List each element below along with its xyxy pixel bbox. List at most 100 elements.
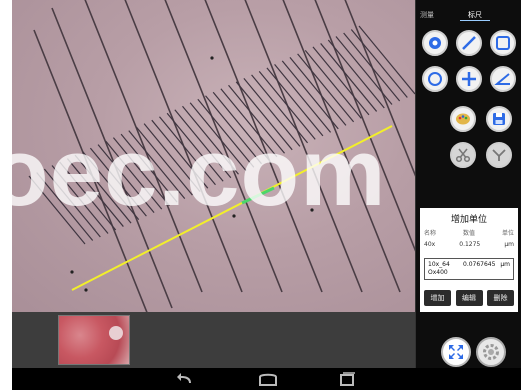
scale-minor-tick	[243, 77, 301, 147]
rect-tool-icon	[496, 36, 510, 50]
scale-minor-tick	[312, 46, 370, 116]
scale-minor-tick	[220, 88, 278, 158]
thumbnail-strip	[12, 312, 415, 368]
dust-speck	[84, 288, 88, 292]
palette-button[interactable]	[450, 106, 476, 132]
dot-tool-icon	[429, 37, 441, 49]
scale-minor-tick	[143, 123, 201, 193]
delete-button[interactable]: 删除	[487, 290, 514, 306]
home-button[interactable]	[256, 371, 280, 387]
thumbnail-image[interactable]	[58, 315, 130, 365]
scissors-button[interactable]	[450, 142, 476, 168]
scale-minor-tick	[105, 140, 163, 210]
scale-major-tick	[244, 0, 363, 293]
scale-minor-tick	[320, 43, 378, 112]
unit-table-header: 名称 数值 单位	[424, 228, 514, 237]
scale-minor-tick	[159, 116, 216, 186]
header-value: 数值	[462, 230, 475, 237]
scale-minor-tick	[258, 70, 316, 140]
scale-minor-tick	[212, 91, 270, 161]
panel-tabs: 测量 标尺	[416, 8, 521, 22]
system-nav-bar	[12, 368, 521, 390]
scale-minor-tick	[304, 50, 362, 119]
scale-minor-tick	[59, 161, 117, 231]
header-name: 名称	[424, 230, 437, 237]
scale-minor-tick	[89, 147, 147, 217]
scale-minor-tick	[74, 154, 132, 224]
recent-apps-icon	[340, 372, 355, 386]
tab-measure[interactable]: 测量	[420, 10, 434, 20]
scale-minor-tick	[297, 53, 355, 123]
scale-minor-tick	[97, 144, 155, 213]
scale-minor-tick	[112, 137, 170, 207]
unit-calibration-panel: 增加单位 名称 数值 单位 40x 0.1275 μm 10x_64 Ox400…	[420, 208, 518, 312]
scale-minor-tick	[128, 130, 186, 200]
measurement-highlight	[241, 186, 275, 205]
scissors-icon	[455, 148, 471, 163]
row-name: 40x	[424, 241, 436, 248]
dust-speck	[310, 208, 314, 212]
line-tool-button[interactable]	[456, 30, 482, 56]
scale-minor-tick	[135, 126, 193, 196]
scale-minor-tick	[327, 39, 385, 109]
scale-minor-tick	[205, 95, 262, 165]
back-button[interactable]	[174, 371, 198, 387]
angle-tool-icon	[494, 73, 510, 85]
row-value: 0.1275	[459, 241, 481, 248]
table-row[interactable]: 40x 0.1275 μm	[424, 241, 514, 248]
line-tool-icon	[462, 36, 476, 50]
scale-minor-tick	[289, 57, 347, 126]
save-button[interactable]	[486, 106, 512, 132]
entry-unit: μm	[500, 261, 510, 268]
dust-speck	[70, 270, 74, 274]
angle-tool-button[interactable]	[490, 66, 516, 92]
scale-minor-tick	[51, 165, 109, 234]
cut-button[interactable]	[486, 142, 512, 168]
recent-apps-button[interactable]	[335, 371, 359, 387]
selected-unit-entry[interactable]: 10x_64 Ox400 0.0767645 μm	[424, 258, 514, 280]
settings-button[interactable]	[476, 337, 506, 367]
stage-micrometer-image	[28, 0, 415, 312]
entry-name-line2: Ox400	[428, 269, 448, 276]
scale-minor-tick	[151, 119, 209, 189]
dust-speck	[210, 56, 214, 60]
palette-icon	[456, 113, 470, 125]
scale-minor-tick	[66, 158, 124, 227]
scale-minor-tick	[36, 172, 94, 241]
row-unit: μm	[504, 241, 514, 248]
scale-major-tick	[282, 0, 401, 293]
fit-view-button[interactable]	[441, 337, 471, 367]
tool-panel: 测量 标尺 增加单位 名称 数值 单位 40x 0.1275 μm 10x_64…	[415, 0, 521, 390]
add-button[interactable]: 增加	[424, 290, 451, 306]
cut-icon	[492, 149, 506, 161]
expand-arrows-icon	[449, 345, 463, 359]
scale-minor-tick	[235, 81, 293, 151]
header-unit: 单位	[501, 230, 514, 237]
microscope-view[interactable]	[12, 0, 415, 312]
scale-minor-tick	[28, 175, 86, 245]
scale-minor-tick	[358, 25, 415, 95]
home-icon	[259, 373, 277, 386]
gear-icon	[483, 344, 499, 360]
circle-tool-icon	[428, 72, 442, 86]
dot-tool-button[interactable]	[422, 30, 448, 56]
edit-button[interactable]: 编辑	[455, 290, 483, 306]
cross-tool-icon	[462, 72, 476, 86]
scale-major-tick	[33, 29, 148, 312]
scale-minor-tick	[82, 151, 140, 220]
scale-major-tick	[51, 7, 173, 309]
rect-tool-button[interactable]	[490, 30, 516, 56]
back-icon	[177, 373, 191, 383]
cross-tool-button[interactable]	[456, 66, 482, 92]
scale-minor-tick	[189, 102, 247, 172]
scale-minor-tick	[197, 98, 255, 168]
app-screen: 测量 标尺 增加单位 名称 数值 单位 40x 0.1275 μm 10x_64…	[12, 0, 521, 390]
dust-speck	[232, 214, 236, 218]
scale-minor-tick	[43, 168, 101, 238]
unit-actions: 增加 编辑 删除	[424, 290, 514, 306]
save-icon	[493, 113, 505, 125]
scale-minor-tick	[281, 60, 339, 130]
tab-scale[interactable]: 标尺	[460, 10, 490, 21]
unit-panel-title: 增加单位	[450, 215, 487, 225]
circle-tool-button[interactable]	[422, 66, 448, 92]
